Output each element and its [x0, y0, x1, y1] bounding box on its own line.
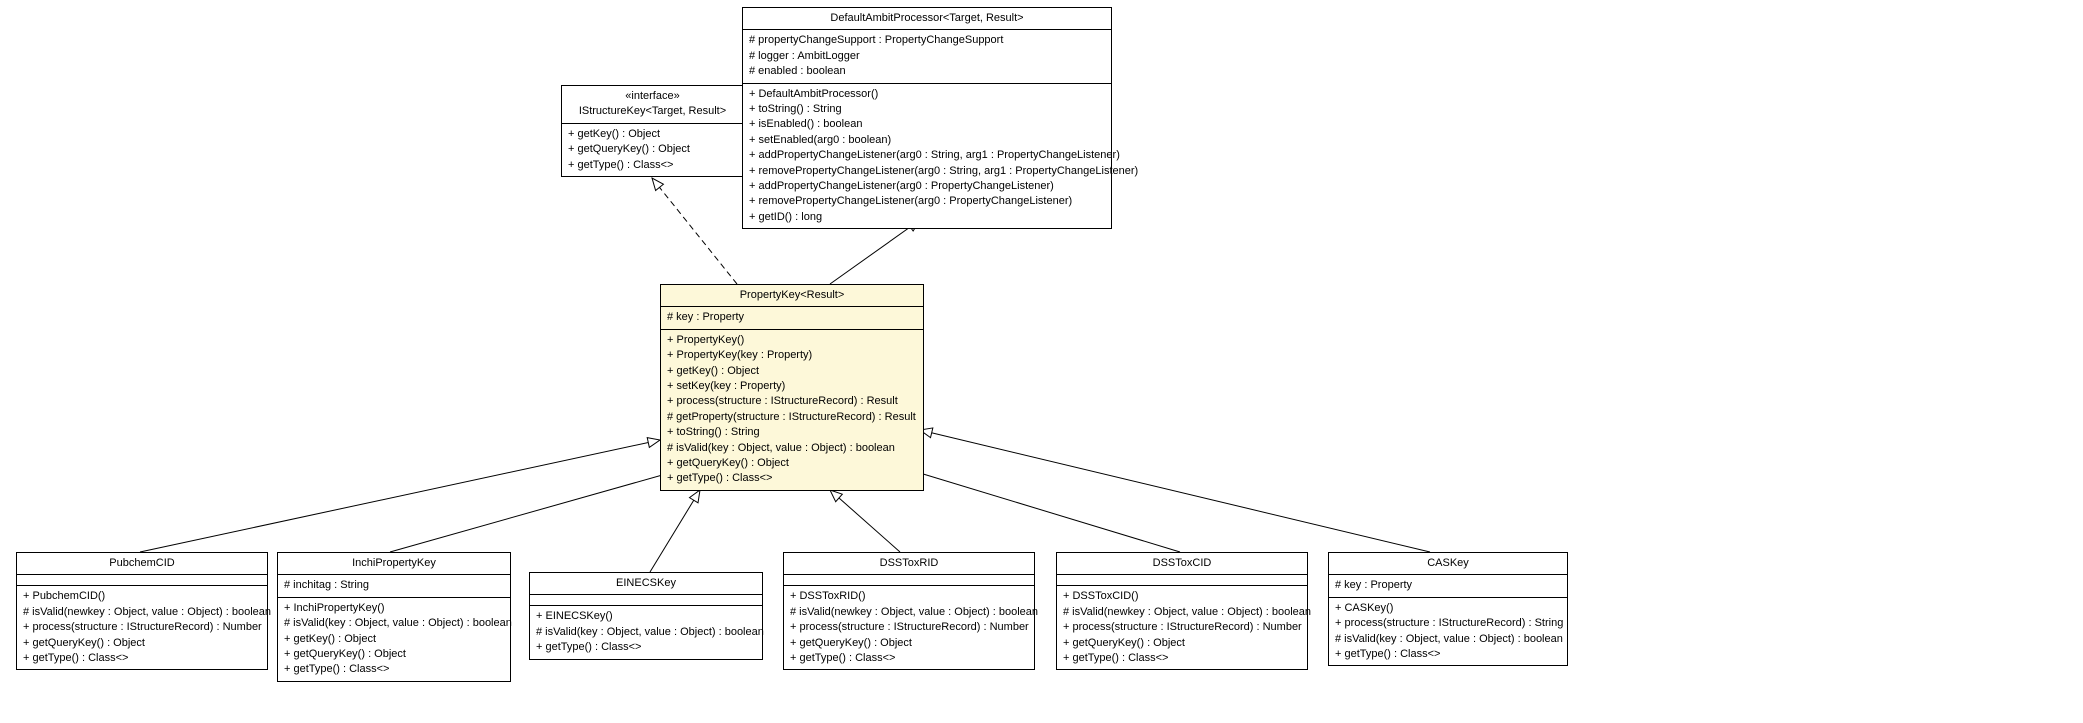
- class-title: CASKey: [1335, 556, 1561, 571]
- attrs-section: [784, 575, 1034, 586]
- attrs-section: # propertyChangeSupport : PropertyChange…: [743, 30, 1111, 83]
- methods-section: + InchiPropertyKey() # isValid(key : Obj…: [278, 598, 510, 681]
- class-title: InchiPropertyKey: [284, 556, 504, 571]
- methods-section: + PropertyKey() + PropertyKey(key : Prop…: [661, 330, 923, 490]
- class-defaultambitprocessor: DefaultAmbitProcessor<Target, Result> # …: [742, 7, 1112, 229]
- class-dsstoxrid: DSSToxRID + DSSToxRID() # isValid(newkey…: [783, 552, 1035, 670]
- class-title: IStructureKey<Target, Result>: [568, 104, 737, 119]
- methods-section: + DSSToxCID() # isValid(newkey : Object,…: [1057, 586, 1307, 669]
- class-title: DefaultAmbitProcessor<Target, Result>: [749, 11, 1105, 26]
- methods-section: + PubchemCID() # isValid(newkey : Object…: [17, 586, 267, 669]
- class-title: PubchemCID: [23, 556, 261, 571]
- class-inchipropertykey: InchiPropertyKey # inchitag : String + I…: [277, 552, 511, 682]
- methods-section: + DSSToxRID() # isValid(newkey : Object,…: [784, 586, 1034, 669]
- class-propertykey: PropertyKey<Result> # key : Property + P…: [660, 284, 924, 491]
- class-title: DSSToxRID: [790, 556, 1028, 571]
- class-title: PropertyKey<Result>: [667, 288, 917, 303]
- class-title: EINECSKey: [536, 576, 756, 591]
- class-einecskey: EINECSKey + EINECSKey() # isValid(key : …: [529, 572, 763, 660]
- class-dsstoxcid: DSSToxCID + DSSToxCID() # isValid(newkey…: [1056, 552, 1308, 670]
- class-pubchemcid: PubchemCID + PubchemCID() # isValid(newk…: [16, 552, 268, 670]
- attrs-section: # key : Property: [661, 307, 923, 329]
- methods-section: + DefaultAmbitProcessor() + toString() :…: [743, 84, 1111, 229]
- attrs-section: [530, 595, 762, 606]
- class-caskey: CASKey # key : Property + CASKey() + pro…: [1328, 552, 1568, 666]
- methods-section: + EINECSKey() # isValid(key : Object, va…: [530, 606, 762, 658]
- attrs-section: # inchitag : String: [278, 575, 510, 597]
- methods-section: + CASKey() + process(structure : IStruct…: [1329, 598, 1567, 666]
- methods-section: + getKey() : Object + getQueryKey() : Ob…: [562, 124, 743, 176]
- class-title: DSSToxCID: [1063, 556, 1301, 571]
- attrs-section: [17, 575, 267, 586]
- stereotype: «interface»: [568, 89, 737, 104]
- class-istructurekey: «interface»IStructureKey<Target, Result>…: [561, 85, 744, 177]
- attrs-section: # key : Property: [1329, 575, 1567, 597]
- attrs-section: [1057, 575, 1307, 586]
